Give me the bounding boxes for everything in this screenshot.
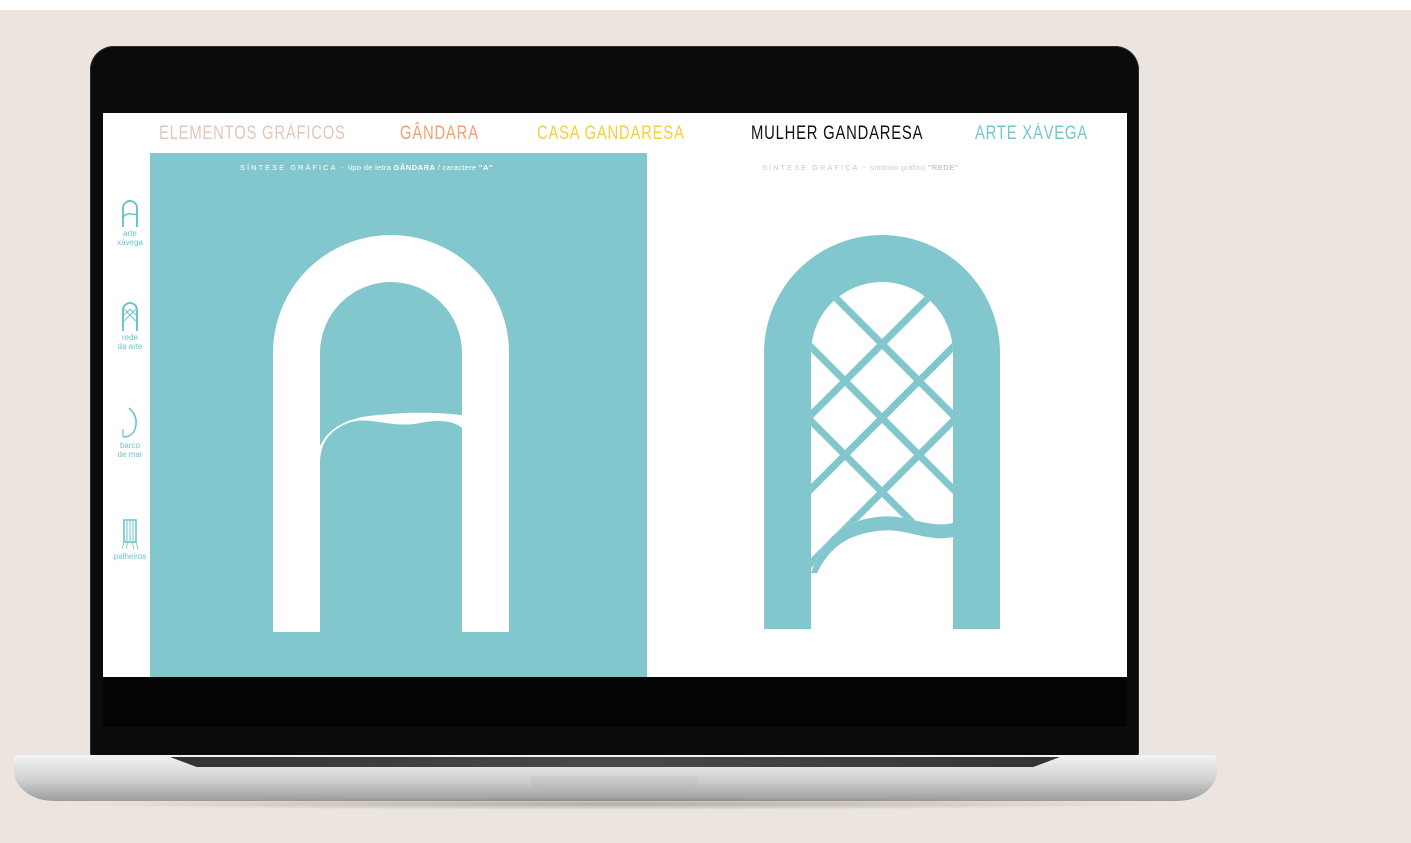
sidebar-item-arte-xavega[interactable]: arte xávega xyxy=(107,199,153,247)
sidebar-item-palheiros[interactable]: palheiros xyxy=(107,518,153,561)
palheiro-icon xyxy=(121,519,139,550)
rede-arch-glyph xyxy=(764,235,1000,629)
nav-arte-xavega[interactable]: ARTE XÁVEGA xyxy=(975,123,1088,145)
panel-letter-a: SÍNTESE GRÁFICA - tipo de letra GÂNDARA … xyxy=(150,153,647,677)
letter-a-icon xyxy=(122,200,138,227)
nav-gandara[interactable]: GÂNDARA xyxy=(400,123,479,145)
nav-casa-gandaresa[interactable]: CASA GANDARESA xyxy=(537,123,685,145)
screen-bottom-bezel xyxy=(103,677,1127,727)
sidebar-label-line1: rede xyxy=(121,333,138,342)
letter-a-glyph xyxy=(273,235,509,632)
sidebar-label-line2: xávega xyxy=(117,238,143,247)
nav-elementos-graficos[interactable]: ELEMENTOS GRÁFICOS xyxy=(159,123,346,145)
top-nav: ELEMENTOS GRÁFICOS GÂNDARA CASA GANDARES… xyxy=(103,113,1127,153)
screen: ELEMENTOS GRÁFICOS GÂNDARA CASA GANDARES… xyxy=(103,113,1127,677)
sidebar-label-line2: de mar xyxy=(117,450,143,459)
sidebar-item-rede-da-arte[interactable]: rede da arte xyxy=(107,301,153,351)
sidebar-label-line1: arte xyxy=(123,229,137,238)
sidebar-item-barco-de-mar[interactable]: barco de mar xyxy=(107,407,153,459)
laptop-shadow xyxy=(40,798,1190,810)
top-strip xyxy=(0,0,1411,10)
sidebar-label-line1: barco xyxy=(119,441,140,450)
keyboard-edge xyxy=(170,757,1060,767)
panel-rede-symbol: SÍNTESE GRÁFICA - símbolo gráfico "REDE" xyxy=(647,153,1127,677)
sidebar-label-line2: da arte xyxy=(117,342,143,351)
boat-icon xyxy=(122,407,137,438)
nav-mulher-gandaresa[interactable]: MULHER GANDARESA xyxy=(751,123,923,145)
net-arch-icon xyxy=(122,302,138,331)
sidebar-label-line1: palheiros xyxy=(113,552,147,561)
trackpad-notch xyxy=(530,776,698,792)
